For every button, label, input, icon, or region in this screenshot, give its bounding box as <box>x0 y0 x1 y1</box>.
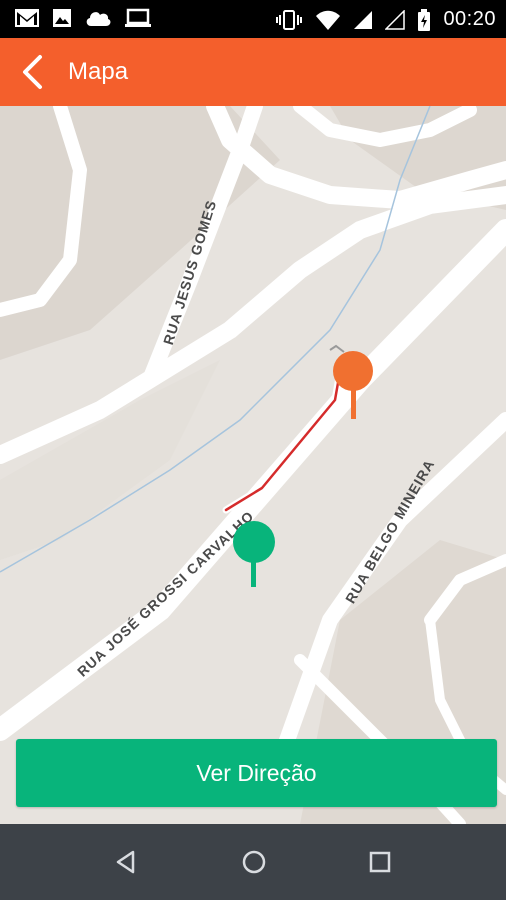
wifi-icon <box>316 10 341 30</box>
clock: 00:20 <box>443 8 496 30</box>
navigation-bar <box>0 824 506 900</box>
app-bar: Mapa <box>0 38 506 106</box>
system-icons: 00:20 <box>275 8 496 31</box>
arrow-back-icon <box>23 55 42 89</box>
status-bar: 00:20 <box>0 0 506 38</box>
ver-direcao-button[interactable]: Ver Direção <box>16 739 497 807</box>
cloud-icon <box>86 12 111 26</box>
gmail-icon <box>15 9 39 27</box>
signal-icon <box>354 10 373 29</box>
battery-icon <box>418 8 431 31</box>
back-icon <box>116 850 135 874</box>
page-title: Mapa <box>68 58 129 85</box>
home-icon <box>242 850 266 874</box>
signal-empty-icon <box>385 9 406 30</box>
nav-recents-button[interactable] <box>366 848 394 876</box>
nav-back-button[interactable] <box>112 848 140 876</box>
destination-marker-head <box>233 521 275 563</box>
origin-marker-head <box>333 351 373 391</box>
nav-home-button[interactable] <box>240 848 268 876</box>
vibrate-icon <box>276 9 303 30</box>
destination-marker[interactable] <box>233 521 275 587</box>
ver-direcao-label: Ver Direção <box>196 759 317 786</box>
laptop-icon <box>125 8 151 27</box>
back-button[interactable] <box>10 50 54 94</box>
origin-marker-tail <box>351 389 356 419</box>
map-view[interactable]: RUA JESUS GOMES RUA JOSÉ GROSSI CARVALHO… <box>0 106 506 824</box>
destination-marker-tail <box>251 561 256 587</box>
origin-marker[interactable] <box>333 351 373 419</box>
image-icon <box>53 9 71 27</box>
recents-icon <box>369 851 391 873</box>
notification-icons <box>14 8 152 28</box>
